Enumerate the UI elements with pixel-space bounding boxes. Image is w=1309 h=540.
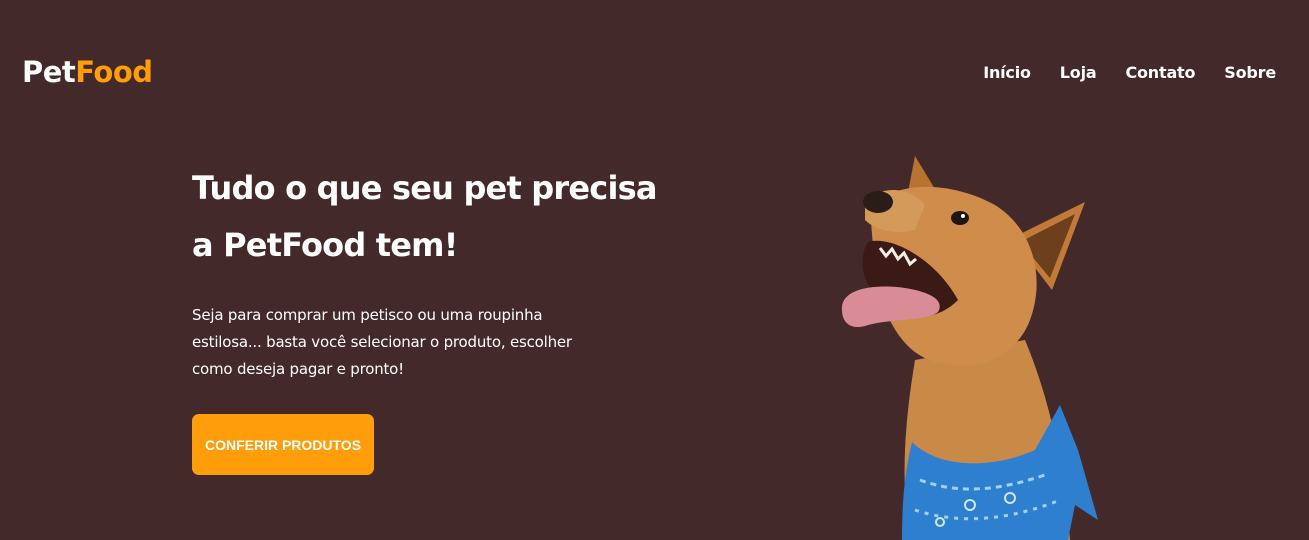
- hero-title-line-2: a PetFood tem!: [192, 226, 458, 264]
- logo[interactable]: PetFood: [22, 58, 153, 87]
- conferir-produtos-button[interactable]: CONFERIR PRODUTOS: [192, 414, 374, 475]
- logo-text-food: Food: [75, 55, 153, 89]
- nav-link-inicio[interactable]: Início: [983, 63, 1031, 82]
- nav-link-loja[interactable]: Loja: [1060, 63, 1097, 82]
- page: PetFood Início Loja Contato Sobre Tudo o…: [0, 0, 1309, 540]
- logo-text-pet: Pet: [22, 55, 76, 89]
- hero-description: Seja para comprar um petisco ou uma roup…: [192, 306, 572, 378]
- dog-image: [841, 156, 1098, 540]
- main-nav: Início Loja Contato Sobre: [983, 63, 1276, 82]
- nav-link-sobre[interactable]: Sobre: [1224, 63, 1276, 82]
- hero-title: Tudo o que seu pet precisa a PetFood tem…: [192, 160, 657, 274]
- hero-title-line-1: Tudo o que seu pet precisa: [192, 169, 657, 207]
- nav-link-contato[interactable]: Contato: [1125, 63, 1195, 82]
